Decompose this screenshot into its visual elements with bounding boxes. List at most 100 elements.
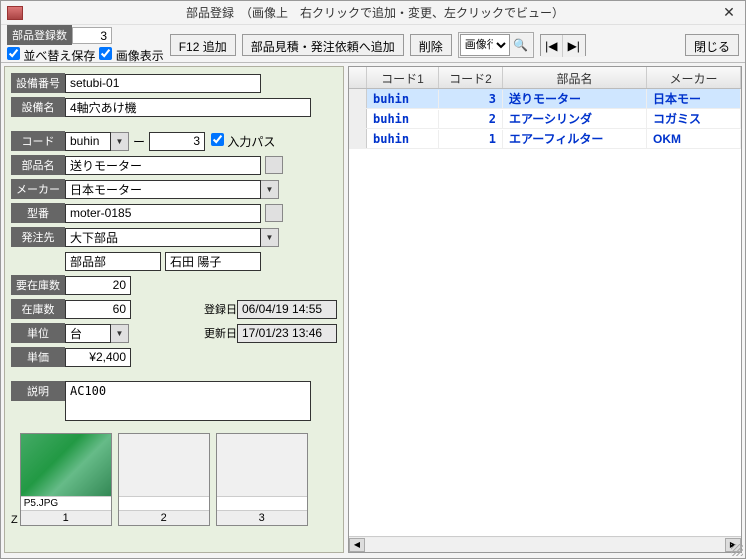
thumbnail-item[interactable]: 2 <box>118 433 210 526</box>
rowsel-header <box>349 67 367 88</box>
model-input[interactable] <box>65 204 261 223</box>
thumbnail-number: 3 <box>217 510 307 525</box>
equipment-name-input[interactable] <box>65 98 311 117</box>
reg-count-label: 部品登録数 <box>7 25 72 45</box>
cell-code1: buhin <box>367 90 439 108</box>
maker-input[interactable] <box>65 180 261 199</box>
table-row[interactable]: buhin1エアーフィルターOKM <box>349 129 741 149</box>
cell-name: エアーフィルター <box>503 128 647 149</box>
image-display-checkbox[interactable]: 画像表示 <box>99 47 163 64</box>
maker-header[interactable]: メーカー <box>647 67 741 88</box>
image-row-combo[interactable]: 画像行 <box>460 34 510 56</box>
first-record-icon[interactable]: |◀ <box>541 35 563 57</box>
z-label: Z <box>11 514 18 526</box>
toolbar: 部品登録数 3 並べ替え保存 画像表示 F12 追加 部品見積・発注依頼へ追加 … <box>1 25 745 63</box>
detail-form: 設備番号 設備名 コード ▼ ー 入力パス 部品名 <box>4 66 344 553</box>
thumbnail-image[interactable] <box>217 434 307 496</box>
code-dropdown-icon[interactable]: ▼ <box>111 132 129 151</box>
thumbnail-caption <box>119 496 209 510</box>
cell-code1: buhin <box>367 130 439 148</box>
reg-count-value: 3 <box>72 27 112 44</box>
person-input[interactable] <box>165 252 261 271</box>
app-window: 部品登録 （画像上 右クリックで追加・変更、左クリックでビュー） ✕ 部品登録数… <box>0 0 746 559</box>
desc-textarea[interactable]: AC100 <box>65 381 311 421</box>
resize-grip-icon[interactable] <box>731 544 743 556</box>
record-nav: |◀ ▶| <box>540 34 586 56</box>
thumbnail-image[interactable] <box>21 434 111 496</box>
last-record-icon[interactable]: ▶| <box>563 35 585 57</box>
upd-date-label: 更新日 <box>204 325 237 341</box>
table-row[interactable]: buhin2エアーシリンダコガミス <box>349 109 741 129</box>
thumbnail-strip: P5.JPG123 <box>20 433 308 526</box>
order-to-label: 発注先 <box>11 227 65 247</box>
row-selector[interactable] <box>349 129 367 148</box>
code-label: コード <box>11 131 65 151</box>
cell-maker: 日本モー <box>647 89 741 109</box>
window-title: 部品登録 （画像上 右クリックで追加・変更、左クリックでビュー） <box>31 4 719 21</box>
code1-header[interactable]: コード1 <box>367 67 439 88</box>
price-label: 単価 <box>11 347 65 367</box>
thumbnail-number: 1 <box>21 510 111 525</box>
unit-label: 単位 <box>11 323 65 343</box>
maker-label: メーカー <box>11 179 65 199</box>
cell-maker: コガミス <box>647 108 741 129</box>
horizontal-scrollbar[interactable]: ◀ ▶ <box>349 536 741 552</box>
part-name-label: 部品名 <box>11 155 65 175</box>
equipment-no-label: 設備番号 <box>11 73 65 93</box>
unit-dropdown-icon[interactable]: ▼ <box>111 324 129 343</box>
cell-code2: 2 <box>439 110 503 128</box>
thumbnail-caption <box>217 496 307 510</box>
app-icon <box>7 6 23 20</box>
grid-header: コード1 コード2 部品名 メーカー <box>349 67 741 89</box>
thumbnail-image[interactable] <box>119 434 209 496</box>
thumbnail-item[interactable]: 3 <box>216 433 308 526</box>
sort-save-checkbox[interactable]: 並べ替え保存 <box>7 47 95 64</box>
grid-panel: コード1 コード2 部品名 メーカー buhin3送りモーター日本モーbuhin… <box>348 66 742 553</box>
maker-dropdown-icon[interactable]: ▼ <box>261 180 279 199</box>
titlebar: 部品登録 （画像上 右クリックで追加・変更、左クリックでビュー） ✕ <box>1 1 745 25</box>
price-input[interactable] <box>65 348 131 367</box>
f12-add-button[interactable]: F12 追加 <box>170 34 236 56</box>
name-header[interactable]: 部品名 <box>503 67 647 88</box>
cell-name: 送りモーター <box>503 89 647 109</box>
code-input[interactable] <box>65 132 111 151</box>
cell-maker: OKM <box>647 130 741 148</box>
desc-label: 説明 <box>11 381 65 401</box>
scroll-left-icon[interactable]: ◀ <box>349 538 365 552</box>
row-selector[interactable] <box>349 109 367 128</box>
reg-date-label: 登録日 <box>204 301 237 317</box>
equipment-name-label: 設備名 <box>11 97 65 117</box>
delete-button[interactable]: 削除 <box>410 34 452 56</box>
cell-code2: 3 <box>439 90 503 108</box>
upd-date-field <box>237 324 337 343</box>
stock-input[interactable] <box>65 300 131 319</box>
split-pane: 設備番号 設備名 コード ▼ ー 入力パス 部品名 <box>1 63 745 556</box>
estimate-order-add-button[interactable]: 部品見積・発注依頼へ追加 <box>242 34 404 56</box>
cell-name: エアーシリンダ <box>503 108 647 129</box>
close-button[interactable]: 閉じる <box>685 34 739 56</box>
thumbnail-caption: P5.JPG <box>21 496 111 510</box>
close-icon[interactable]: ✕ <box>719 4 739 22</box>
part-name-input[interactable] <box>65 156 261 175</box>
preview-icon[interactable]: 🔍 <box>510 34 532 56</box>
stock-label: 在庫数 <box>11 299 65 319</box>
equipment-no-input[interactable] <box>65 74 261 93</box>
unit-input[interactable] <box>65 324 111 343</box>
req-stock-input[interactable] <box>65 276 131 295</box>
model-label: 型番 <box>11 203 65 223</box>
model-lookup-button[interactable] <box>265 204 283 222</box>
row-selector[interactable] <box>349 89 367 108</box>
input-path-checkbox[interactable]: 入力パス <box>211 133 275 150</box>
grid-body[interactable]: buhin3送りモーター日本モーbuhin2エアーシリンダコガミスbuhin1エ… <box>349 89 741 536</box>
parts-grid: コード1 コード2 部品名 メーカー buhin3送りモーター日本モーbuhin… <box>348 66 742 553</box>
dept-input[interactable] <box>65 252 161 271</box>
thumbnail-number: 2 <box>119 510 209 525</box>
thumbnail-item[interactable]: P5.JPG1 <box>20 433 112 526</box>
order-to-input[interactable] <box>65 228 261 247</box>
order-to-dropdown-icon[interactable]: ▼ <box>261 228 279 247</box>
req-stock-label: 要在庫数 <box>11 275 65 295</box>
code2-input[interactable] <box>149 132 205 151</box>
code2-header[interactable]: コード2 <box>439 67 503 88</box>
part-name-lookup-button[interactable] <box>265 156 283 174</box>
table-row[interactable]: buhin3送りモーター日本モー <box>349 89 741 109</box>
